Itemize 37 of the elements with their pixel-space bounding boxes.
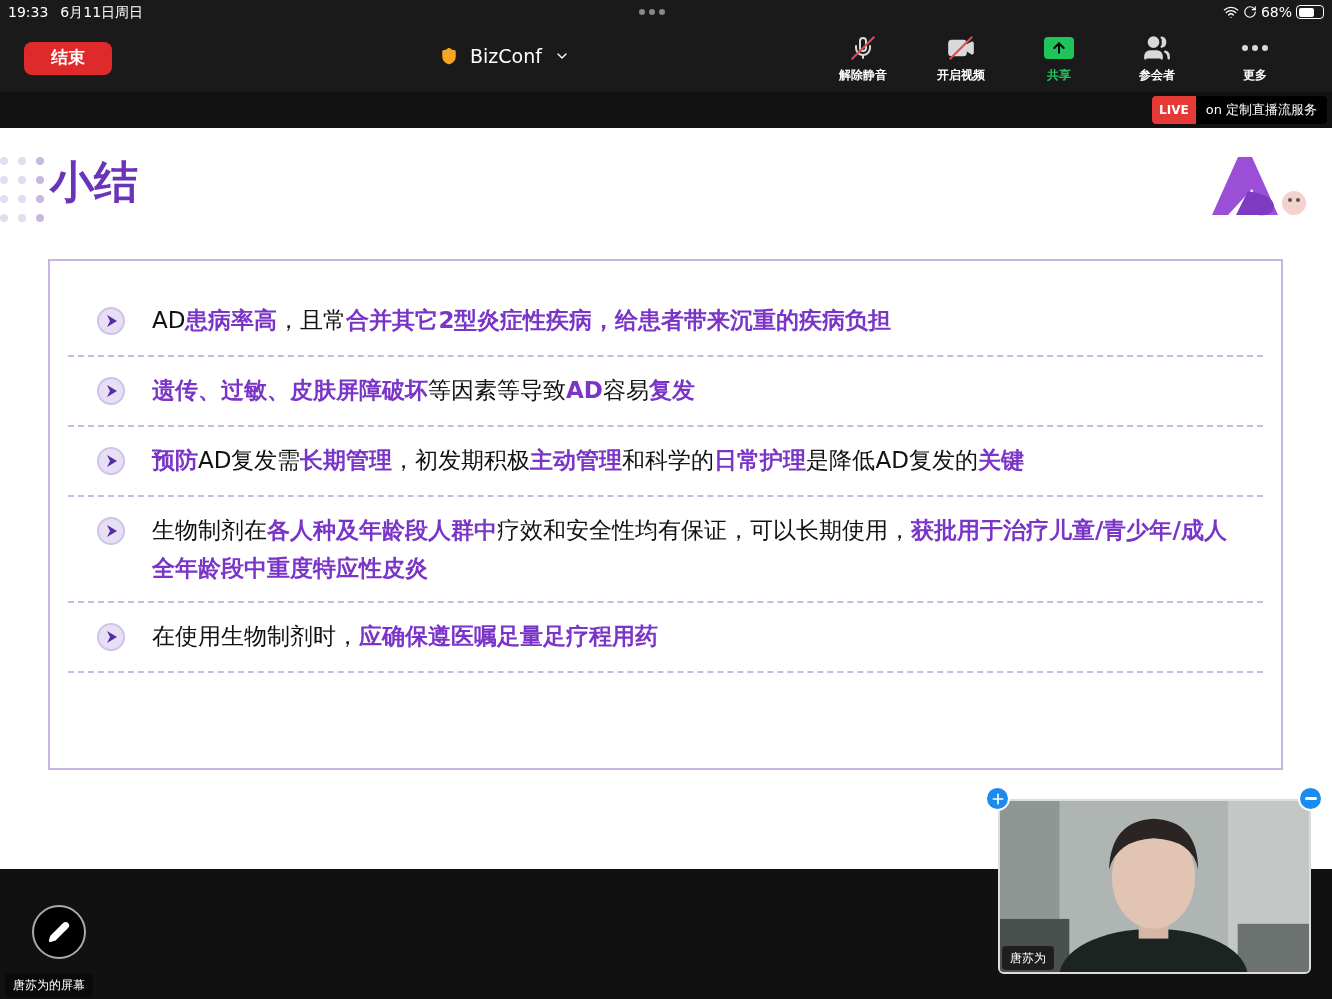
meeting-title-button[interactable]: BizConf [470,42,570,71]
end-button[interactable]: 结束 [24,41,112,75]
arrow-bullet-icon [96,376,126,406]
slide-title: 小结 [50,160,138,204]
arrow-bullet-icon [96,306,126,336]
pencil-icon [48,921,70,943]
more-icon [1242,44,1268,51]
toolbar-button[interactable]: 参会者 [1108,32,1206,84]
people-icon [1143,33,1171,62]
toolbar-button[interactable]: 更多 [1206,32,1304,84]
dot-pattern-icon [0,156,44,222]
wifi-icon [1222,4,1239,20]
toolbar-button[interactable]: 解除静音 [814,32,912,84]
toolbar-button[interactable]: 共享 [1010,32,1108,84]
summary-point: 在使用生物制剂时，应确保遵医嘱足量足疗程用药 [152,622,658,651]
battery-icon [1296,5,1324,19]
summary-point: AD患病率高，且常合并其它2型炎症性疾病，给患者带来沉重的疾病负担 [152,306,892,335]
annotate-button[interactable] [32,905,86,959]
status-date: 6月11日周日 [60,2,144,22]
summary-point: 遗传、过敏、皮肤屏障破坏等因素等导致AD容易复发 [152,376,695,405]
screen-share-label: 唐苏为的屏幕 [5,973,93,997]
mascot-icon [1280,188,1308,216]
arrow-bullet-icon [96,516,126,546]
arrow-bullet-icon [96,622,126,652]
battery-percent: 68% [1260,2,1292,22]
toolbar-button[interactable]: 开启视频 [912,32,1010,84]
rotation-lock-icon [1242,5,1257,19]
live-badge: LIVE [1152,96,1196,124]
multitasking-dots-icon [639,9,666,15]
arrow-bullet-icon [96,446,126,476]
summary-point: 预防AD复发需长期管理，初发期积极主动管理和科学的日常护理是降低AD复发的关键 [152,446,1024,475]
participant-name: 唐苏为 [1002,946,1054,970]
minus-icon [1304,797,1317,800]
status-time: 19:33 [8,2,49,22]
live-stream-label: on 定制直播流服务 [1204,101,1318,120]
shield-icon [440,47,458,66]
summary-point: 生物制剂在各人种及年龄段人群中疗效和安全性均有保证，可以长期使用，获批用于治疗儿童/青少年/成人全年龄段中重度特应性皮炎 [152,516,1228,583]
